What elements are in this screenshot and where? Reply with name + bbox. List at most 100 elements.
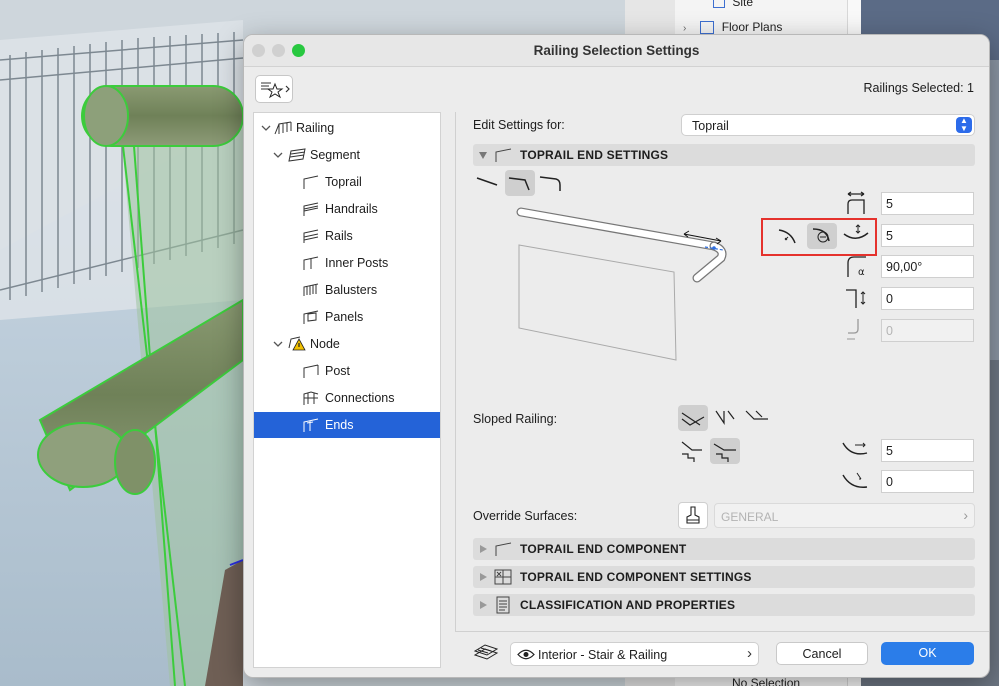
sloped-option-1-button[interactable] xyxy=(678,405,708,431)
tree-item-label: Toprail xyxy=(325,175,362,189)
tree-item-railing[interactable]: Railing xyxy=(254,115,440,141)
segment-icon xyxy=(288,148,306,162)
tree-item-label: Railing xyxy=(296,121,335,135)
ends-icon xyxy=(303,418,319,432)
slope-offset-field[interactable]: 0 xyxy=(881,470,974,493)
angle-field[interactable]: 90,00° xyxy=(881,255,974,278)
sloped-railing-label: Sloped Railing: xyxy=(473,412,558,426)
section-toprail-end-component[interactable]: TOPRAIL END COMPONENT xyxy=(473,538,975,560)
stair-end-icon xyxy=(681,441,702,462)
slope-extension-icon xyxy=(842,442,868,455)
bend-radius-button[interactable] xyxy=(773,223,803,249)
favorites-star-icon xyxy=(261,82,290,99)
tree-item-label: Inner Posts xyxy=(325,256,389,270)
railing-icon xyxy=(274,121,292,135)
override-surfaces-value: GENERAL xyxy=(721,510,779,524)
chevron-down-icon xyxy=(479,152,487,159)
tree-item-connections[interactable]: Connections xyxy=(254,385,440,411)
rails-icon xyxy=(303,229,319,243)
sloped-stair-1-button[interactable] xyxy=(678,438,708,464)
settings-tree[interactable]: Railing Segment Toprail Handrails Rails … xyxy=(253,112,441,668)
toprail-icon xyxy=(495,542,512,556)
browser-item-label: Floor Plans xyxy=(721,20,783,34)
section-title: TOPRAIL END SETTINGS xyxy=(520,148,669,162)
override-surfaces-label: Override Surfaces: xyxy=(473,509,578,523)
slope-offset-icon xyxy=(842,472,868,488)
balusters-icon xyxy=(303,283,319,296)
end-type-bent-button[interactable] xyxy=(505,170,535,196)
selected-count: Railings Selected: 1 xyxy=(863,81,974,95)
tree-item-panels[interactable]: Panels xyxy=(254,304,440,330)
tree-item-rails[interactable]: Rails xyxy=(254,223,440,249)
ok-button[interactable]: OK xyxy=(881,642,974,665)
section-title: TOPRAIL END COMPONENT xyxy=(520,542,687,556)
tree-item-segment[interactable]: Segment xyxy=(254,142,440,168)
toprail-icon xyxy=(495,148,512,162)
tree-item-inner-posts[interactable]: Inner Posts xyxy=(254,250,440,276)
cancel-button[interactable]: Cancel xyxy=(776,642,868,665)
browser-item-site[interactable]: Site xyxy=(713,0,753,9)
layer-value: Interior - Stair & Railing xyxy=(538,648,668,662)
inner-posts-icon xyxy=(303,256,319,270)
width-icon xyxy=(847,191,865,214)
override-surfaces-dropdown: GENERAL › xyxy=(714,503,975,528)
slope-extension-field[interactable]: 5 xyxy=(881,439,974,462)
section-toprail-end-settings[interactable]: TOPRAIL END SETTINGS xyxy=(473,144,975,166)
pane-divider[interactable] xyxy=(455,112,456,632)
tree-item-label: Post xyxy=(325,364,351,378)
edit-settings-dropdown[interactable]: Toprail ▲ ▼ xyxy=(681,114,975,136)
tree-item-ends[interactable]: Ends xyxy=(254,412,440,438)
tree-item-balusters[interactable]: Balusters xyxy=(254,277,440,303)
end-type-straight-button[interactable] xyxy=(473,170,503,196)
sloped-stair-2-button[interactable] xyxy=(710,438,740,464)
hook-end-icon xyxy=(539,176,561,191)
svg-text:α: α xyxy=(858,267,865,278)
dropdown-arrows-icon: ▲ ▼ xyxy=(956,117,972,133)
tree-item-node[interactable]: Node xyxy=(254,331,440,357)
section-title: TOPRAIL END COMPONENT SETTINGS xyxy=(520,570,752,584)
title-bar[interactable]: Railing Selection Settings xyxy=(244,35,989,67)
connections-icon xyxy=(303,391,319,405)
section-classification-properties[interactable]: CLASSIFICATION AND PROPERTIES xyxy=(473,594,975,616)
offset-field: 0 xyxy=(881,319,974,342)
edit-settings-value: Toprail xyxy=(692,119,729,133)
end-type-hook-button[interactable] xyxy=(536,170,566,196)
bend-arc-button[interactable] xyxy=(807,223,837,249)
tree-item-post[interactable]: Post xyxy=(254,358,440,384)
end-preview-drawing xyxy=(516,207,727,361)
tree-item-label: Ends xyxy=(325,418,354,432)
tree-item-label: Connections xyxy=(325,391,395,405)
chevron-right-icon xyxy=(480,545,487,553)
sloped-option-3-button[interactable] xyxy=(742,405,772,431)
chevron-down-icon xyxy=(273,152,283,158)
sloped-option-2-button[interactable] xyxy=(710,405,740,431)
edit-settings-label: Edit Settings for: xyxy=(473,118,565,132)
footer-divider xyxy=(456,631,989,632)
bent-end-icon xyxy=(508,177,530,191)
section-toprail-end-component-settings[interactable]: TOPRAIL END COMPONENT SETTINGS xyxy=(473,566,975,588)
chevron-down-icon: › xyxy=(683,23,687,34)
radius-field[interactable]: 5 xyxy=(881,224,974,247)
browser-item-floor-plans[interactable]: › Floor Plans xyxy=(683,20,783,35)
chevron-right-icon: › xyxy=(747,645,752,662)
width-field[interactable]: 5 xyxy=(881,192,974,215)
browser-item-label: Site xyxy=(732,0,754,9)
angle-icon: α xyxy=(847,256,866,278)
drop-icon xyxy=(846,289,866,308)
stair-end-alt-icon xyxy=(713,443,736,462)
tree-item-label: Rails xyxy=(325,229,353,243)
bend-arc-icon xyxy=(812,228,830,243)
override-surfaces-toggle[interactable] xyxy=(678,502,708,529)
straight-end-icon xyxy=(476,177,498,186)
site-icon xyxy=(713,0,725,8)
layer-dropdown[interactable]: Interior - Stair & Railing › xyxy=(510,642,759,666)
favorites-button[interactable] xyxy=(255,75,293,103)
railing-selection-settings-dialog: Railing Selection Settings Railings Sele… xyxy=(243,34,990,678)
toprail-icon xyxy=(303,175,319,189)
layers-icon xyxy=(473,644,499,660)
tree-item-handrails[interactable]: Handrails xyxy=(254,196,440,222)
sloped-cut-icon xyxy=(681,412,705,426)
tree-item-toprail[interactable]: Toprail xyxy=(254,169,440,195)
drop-field[interactable]: 0 xyxy=(881,287,974,310)
tree-item-label: Handrails xyxy=(325,202,378,216)
